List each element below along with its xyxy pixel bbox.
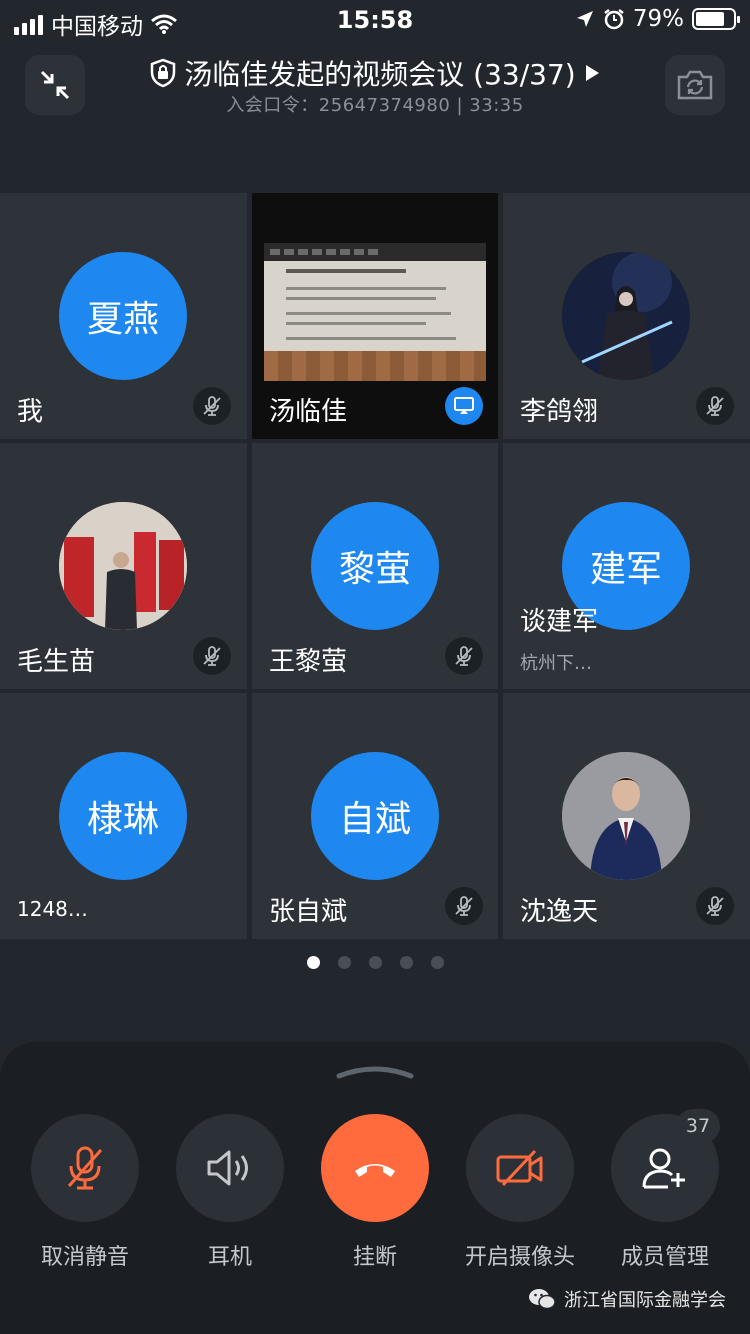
mic-off-icon xyxy=(706,896,724,916)
mic-status xyxy=(696,887,734,925)
page-dot[interactable] xyxy=(399,956,413,969)
speaker-button[interactable] xyxy=(176,1114,284,1222)
avatar-text: 棣琳 xyxy=(86,799,159,840)
mic-status xyxy=(696,387,734,425)
switch-camera-icon xyxy=(677,70,713,100)
meeting-title-bar[interactable]: 汤临佳发起的视频会议 (33/37) xyxy=(0,53,750,93)
shield-lock-icon xyxy=(151,58,176,88)
avatar: 自斌 xyxy=(311,752,439,880)
wechat-icon xyxy=(529,1289,556,1310)
avatar-photo xyxy=(562,752,690,880)
screen-share-icon xyxy=(454,397,474,414)
switch-camera-button[interactable] xyxy=(665,55,725,115)
avatar: 黎萤 xyxy=(311,502,439,630)
meeting-title: 汤临佳发起的视频会议 (33/37) xyxy=(184,58,576,91)
participant-name: 我 xyxy=(17,397,44,427)
alarm-icon xyxy=(604,9,624,30)
participant-tile[interactable]: 建军 谈建军 杭州下… xyxy=(503,443,750,689)
battery-icon xyxy=(692,8,740,30)
unmute-button[interactable] xyxy=(31,1114,139,1222)
screen-share-status[interactable] xyxy=(445,387,483,425)
participant-location: 杭州下… xyxy=(520,653,592,674)
location-icon xyxy=(576,11,593,27)
speaker-icon xyxy=(207,1150,248,1186)
mic-off-icon xyxy=(455,896,473,916)
avatar: 棣琳 xyxy=(59,752,187,880)
status-bar: 中国移动 15:58 79% xyxy=(0,0,750,42)
participant-name: 李鸽翎 xyxy=(520,397,599,427)
camera-button[interactable] xyxy=(466,1114,574,1222)
page-dot[interactable] xyxy=(430,956,444,969)
page-dot[interactable] xyxy=(368,956,382,969)
mic-off-icon xyxy=(203,646,221,666)
meeting-code: 入会口令：25647374980 | 33:35 xyxy=(226,95,524,116)
participant-tile[interactable]: 汤临佳 xyxy=(252,193,498,439)
mic-status xyxy=(193,387,231,425)
mic-status xyxy=(193,637,231,675)
hangup-icon xyxy=(355,1164,395,1177)
speaker-label: 耳机 xyxy=(207,1245,252,1270)
participant-tile[interactable]: 黎萤 王黎萤 xyxy=(252,443,498,689)
avatar-text: 建军 xyxy=(589,549,662,590)
participant-tile[interactable]: 毛生苗 xyxy=(0,443,247,689)
watermark-text: 浙江省国际金融学会 xyxy=(564,1290,726,1311)
mic-status xyxy=(445,887,483,925)
member-manage-label: 成员管理 xyxy=(620,1245,709,1270)
mic-off-icon xyxy=(455,646,473,666)
participant-tile[interactable]: 自斌 张自斌 xyxy=(252,693,498,939)
participant-tile[interactable]: 夏燕 我 xyxy=(0,193,247,439)
member-count-badge: 37 xyxy=(676,1109,720,1143)
participant-tile[interactable]: 沈逸天 xyxy=(503,693,750,939)
mic-off-icon xyxy=(203,396,221,416)
page-dot[interactable] xyxy=(337,956,351,969)
camera-label: 开启摄像头 xyxy=(464,1245,575,1270)
participant-tile[interactable]: 棣琳 1248… xyxy=(0,693,247,939)
camera-off-icon xyxy=(496,1149,543,1187)
battery-percent: 79% xyxy=(632,6,684,32)
participant-name: 沈逸天 xyxy=(520,897,599,927)
avatar-photo xyxy=(59,502,187,630)
expand-handle-icon[interactable] xyxy=(335,1060,415,1080)
shared-screen-preview xyxy=(264,243,486,381)
participant-name: 1248… xyxy=(17,897,88,921)
mic-status xyxy=(445,637,483,675)
participant-name: 王黎萤 xyxy=(269,647,348,677)
avatar: 夏燕 xyxy=(59,252,187,380)
mic-off-icon xyxy=(67,1146,103,1190)
mic-off-icon xyxy=(706,396,724,416)
participant-name: 谈建军 xyxy=(520,607,599,637)
avatar-text: 夏燕 xyxy=(86,299,159,340)
page-dot[interactable] xyxy=(306,956,320,969)
avatar-text: 自斌 xyxy=(338,799,411,840)
participant-name: 毛生苗 xyxy=(17,647,96,677)
participant-name: 汤临佳 xyxy=(269,397,348,427)
avatar-photo xyxy=(562,252,690,380)
unmute-label: 取消静音 xyxy=(40,1245,129,1270)
play-arrow-icon xyxy=(585,65,599,81)
page-indicator[interactable] xyxy=(0,956,750,969)
add-member-icon xyxy=(642,1148,685,1189)
hangup-button[interactable] xyxy=(321,1114,429,1222)
watermark: 浙江省国际金融学会 xyxy=(528,1286,726,1312)
participant-grid: 夏燕 我 汤临佳 李鸽翎 毛生苗 黎萤 王黎萤 建军 谈建军 杭州下… 棣琳 1… xyxy=(0,193,750,939)
avatar-text: 黎萤 xyxy=(338,549,411,590)
hangup-label: 挂断 xyxy=(352,1245,397,1270)
participant-tile[interactable]: 李鸽翎 xyxy=(503,193,750,439)
participant-name: 张自斌 xyxy=(269,897,348,927)
